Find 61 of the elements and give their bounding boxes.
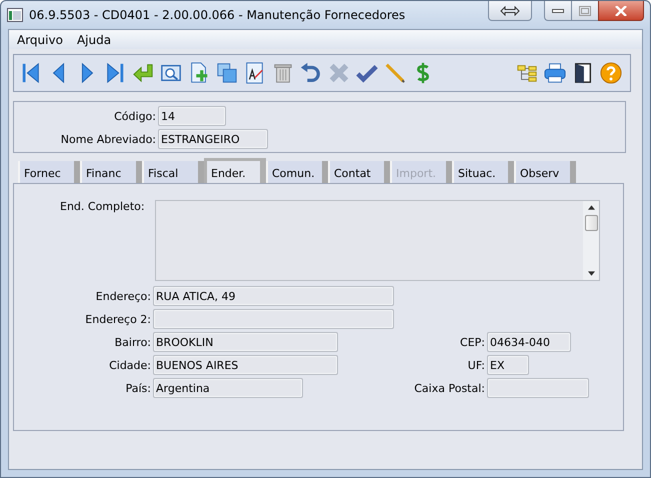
field-label: País: (124, 382, 151, 394)
field-label: Cidade: (108, 358, 151, 372)
input-field[interactable] (487, 378, 589, 398)
copy-icon (216, 62, 238, 84)
help-icon (600, 62, 622, 84)
menu-item[interactable]: Arquivo (12, 32, 68, 46)
search-icon (160, 62, 182, 84)
minimize-icon (552, 8, 564, 14)
scrollbar[interactable] (583, 201, 599, 280)
cross-icon (328, 62, 350, 84)
document-plus-icon (188, 62, 210, 84)
close-button[interactable] (598, 1, 644, 21)
down-arrow-icon (588, 271, 594, 276)
input-field[interactable]: BUENOS AIRES (153, 355, 338, 375)
scrollbar-thumb[interactable] (584, 215, 598, 231)
tab[interactable]: Financ (80, 161, 142, 183)
field-label: Nome Abreviado: (60, 132, 156, 146)
input-field[interactable] (153, 309, 394, 329)
window-title: 06.9.5503 - CD0401 - 2.00.00.066 - Manutenção Fornecedores (29, 8, 406, 22)
tree-icon (516, 62, 538, 84)
first-icon (20, 62, 42, 84)
tab[interactable]: Fornec (18, 161, 80, 183)
input-field[interactable]: 14 (158, 106, 226, 126)
field-label: Endereço 2: (84, 312, 151, 326)
field-label: CEP: (459, 336, 485, 348)
tab[interactable]: Situac. (452, 161, 514, 183)
pencil-icon (384, 62, 406, 84)
return-arrow-icon (132, 62, 154, 84)
input-field[interactable]: RUA ATICA, 49 (153, 286, 394, 306)
input-field[interactable]: BROOKLIN (153, 332, 338, 352)
tab[interactable]: Fiscal (142, 161, 204, 183)
field-label: Endereço: (94, 290, 151, 302)
undo-icon (300, 62, 322, 84)
field-label: Bairro: (114, 336, 151, 348)
door-icon (572, 62, 594, 84)
field-label: Código: (113, 110, 156, 122)
check-icon (356, 62, 378, 84)
maximize-button[interactable] (571, 1, 598, 21)
tab[interactable]: Observ (514, 161, 576, 183)
printer-icon (544, 62, 566, 84)
up-arrow-icon (588, 205, 594, 210)
input-field[interactable]: 04634-040 (487, 332, 571, 352)
double-arrow-icon (500, 6, 520, 16)
tab[interactable]: Ender. (204, 158, 266, 183)
trash-icon (272, 62, 294, 84)
last-icon (104, 62, 126, 84)
tab[interactable]: Comun. (266, 161, 328, 183)
close-icon (615, 6, 627, 16)
input-field[interactable]: ESTRANGEIRO (158, 129, 268, 149)
minimize-button[interactable] (544, 1, 571, 21)
field-label: UF: (466, 358, 485, 372)
menu-item[interactable]: Ajuda (72, 32, 116, 46)
tab[interactable]: Contat (328, 161, 390, 183)
input-field[interactable]: EX (487, 355, 529, 375)
field-label: End. Completo: (59, 200, 146, 213)
edit-document-icon (244, 62, 266, 84)
resize-button[interactable] (488, 1, 532, 21)
field-label: Caixa Postal: (413, 382, 485, 394)
app-icon (7, 7, 23, 23)
input-field[interactable]: Argentina (153, 378, 303, 398)
maximize-icon (579, 6, 591, 16)
